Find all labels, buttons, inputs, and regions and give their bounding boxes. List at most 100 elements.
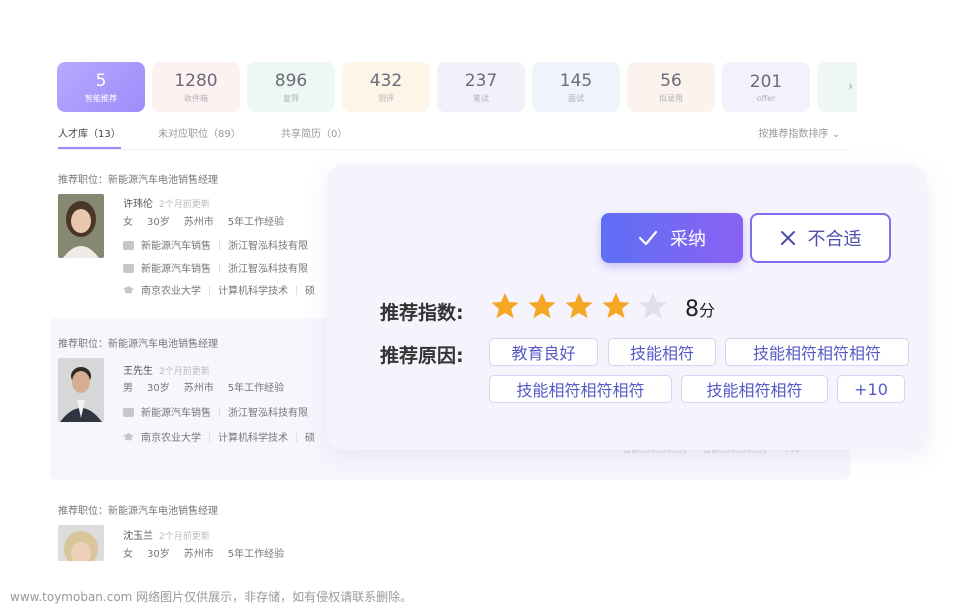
chevron-down-icon: ⌄ [831,129,840,140]
candidate-name: 王先生 2个月前更新 [123,362,210,377]
avatar [58,194,104,258]
company: 浙江智泓科技有限 [228,241,308,252]
stat-count: 201 [749,71,783,92]
stat-card-to-hire[interactable]: 56 拟录用 [627,62,715,112]
candidate-name-text: 沈玉兰 [123,531,153,542]
score-number: 8 [685,297,699,322]
divider [209,286,210,295]
accept-label: 采纳 [670,229,706,250]
candidate-card[interactable]: 推荐职位：新能源汽车电池销售经理 沈玉兰 2个月前更新 女 30岁 苏州市 5年工作经验 [50,490,850,570]
age: 30岁 [147,383,170,394]
work-history-line: 新能源汽车销售 浙江智泓科技有限 [123,260,308,275]
sort-dropdown[interactable]: 按推荐指数排序 ⌄ [758,125,840,140]
stat-card-recommended[interactable]: 5 智能推荐 [57,62,145,112]
stat-count: 432 [369,70,403,91]
reason-tag: 技能相符相符 [681,375,828,403]
star-filled-icon [528,293,556,319]
stat-label: 收件箱 [184,93,208,103]
city: 苏州市 [183,549,214,560]
job-title: 新能源汽车销售 [141,241,211,252]
graduation-cap-icon [123,433,134,441]
stat-count: 5 [95,70,107,91]
updated-time: 2个月前更新 [159,532,210,542]
stat-label: 笔试 [473,93,489,103]
stat-label: offer [756,93,776,103]
score-value: 8分 [685,297,715,322]
recommended-position: 推荐职位：新能源汽车电池销售经理 [58,175,218,186]
candidate-name-text: 许玮伦 [123,199,153,210]
stat-card-inbox[interactable]: 1280 收件箱 [152,62,240,112]
graduation-cap-icon [123,286,134,294]
school: 南京农业大学 [141,433,201,444]
stat-card-assessment[interactable]: 432 测评 [342,62,430,112]
updated-time: 2个月前更新 [159,200,210,210]
divider [219,264,220,273]
education-line: 南京农业大学 计算机科学技术 硕 [123,429,315,444]
stat-card-rescreen[interactable]: 896 复筛 [247,62,335,112]
stat-label: 拟录用 [659,93,683,103]
pipeline-stats: 5 智能推荐 1280 收件箱 896 复筛 432 测评 237 笔试 145… [57,62,857,112]
company: 浙江智泓科技有限 [228,408,308,419]
candidate-name: 许玮伦 2个月前更新 [123,195,210,210]
stat-label: 面试 [568,93,584,103]
star-empty-icon [639,293,667,319]
watermark: www.toymoban.com 网络图片仅供展示，非存储，如有侵权请联系删除。 [10,590,413,604]
more-reasons-tag[interactable]: +10 [837,375,905,403]
recommended-position: 推荐职位：新能源汽车电池销售经理 [58,339,218,350]
reason-tag: 技能相符 [608,338,716,366]
star-filled-icon [491,293,519,319]
divider [296,286,297,295]
talent-tabs: 人才库（13） 未对应职位（89） 共享简历（0） 按推荐指数排序 ⌄ [58,122,848,150]
accept-button[interactable]: 采纳 [601,213,743,263]
degree: 硕 [305,433,315,444]
reason-tag: 技能相符相符相符 [725,338,909,366]
school: 南京农业大学 [141,286,201,297]
recommendation-reason-label: 推荐原因: [380,345,464,367]
company: 浙江智泓科技有限 [228,264,308,275]
work-history-line: 新能源汽车销售 浙江智泓科技有限 [123,404,308,419]
divider [296,433,297,442]
stat-count: 145 [559,70,593,91]
candidate-name-text: 王先生 [123,366,153,377]
updated-time: 2个月前更新 [159,367,210,377]
reason-tag: 技能相符相符相符 [489,375,672,403]
age: 30岁 [147,217,170,228]
stat-count: 237 [464,70,498,91]
job-title: 新能源汽车销售 [141,264,211,275]
city: 苏州市 [183,217,214,228]
check-icon [638,230,658,246]
rating-stars [490,292,675,320]
stat-card-interview[interactable]: 145 面试 [532,62,620,112]
divider [219,241,220,250]
candidate-basic-info: 男 30岁 苏州市 5年工作经验 [123,379,298,394]
stat-label: 复筛 [283,93,299,103]
major: 计算机科学技术 [218,433,288,444]
stat-scroll-next[interactable]: › [817,62,857,112]
stat-label: 测评 [378,93,394,103]
stat-card-offer[interactable]: 201 offer [722,62,810,112]
candidate-basic-info: 女 30岁 苏州市 5年工作经验 [123,545,298,560]
gender: 男 [123,383,133,394]
gender: 女 [123,549,133,560]
not-suitable-button[interactable]: 不合适 [750,213,891,263]
work-history-line: 新能源汽车销售 浙江智泓科技有限 [123,237,308,252]
experience: 5年工作经验 [227,549,285,560]
gender: 女 [123,217,133,228]
close-icon [780,231,795,245]
degree: 硕 [305,286,315,297]
briefcase-icon [123,241,134,250]
sort-label: 按推荐指数排序 [758,129,829,140]
recommendation-panel: 采纳 不合适 推荐指数: 8分 推荐原因: 教育良好 技能相符 技能相符相符相符… [327,165,927,450]
education-line: 南京农业大学 计算机科学技术 硕 [123,282,315,297]
tab-shared-resumes[interactable]: 共享简历（0） [281,125,347,140]
score-unit: 分 [699,301,716,320]
divider [209,433,210,442]
stat-card-written-test[interactable]: 237 笔试 [437,62,525,112]
age: 30岁 [147,549,170,560]
stat-count: 56 [660,70,682,91]
stat-label: 智能推荐 [85,93,117,103]
not-suitable-label: 不合适 [807,229,862,250]
tab-unmatched-positions[interactable]: 未对应职位（89） [158,125,241,140]
star-filled-icon [565,293,593,319]
tab-talent-pool[interactable]: 人才库（13） [58,125,121,140]
